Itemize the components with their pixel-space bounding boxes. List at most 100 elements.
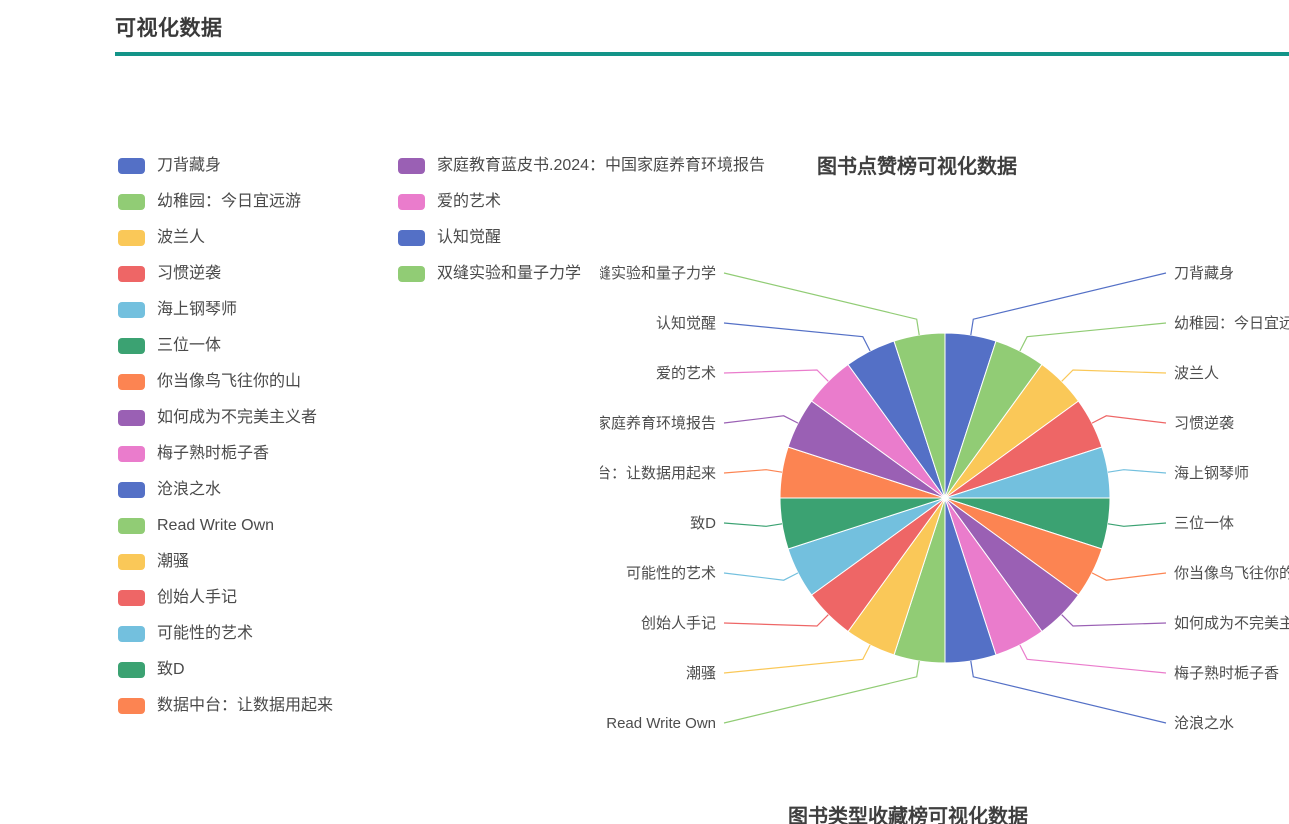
legend-color-swatch xyxy=(118,266,145,282)
pie-slice-label: 创始人手记 xyxy=(641,615,716,632)
legend-item-label: 爱的艺术 xyxy=(437,193,502,210)
legend-item-label: 可能性的艺术 xyxy=(157,625,254,642)
legend-color-swatch xyxy=(118,158,145,174)
legend-item[interactable]: 三位一体 xyxy=(118,328,333,364)
legend-color-swatch xyxy=(118,482,145,498)
pie-slice-label: 数据中台：让数据用起来 xyxy=(600,465,716,482)
legend-color-swatch xyxy=(118,410,145,426)
legend-item-label: 梅子熟时栀子香 xyxy=(157,445,270,462)
legend-item-label: 习惯逆袭 xyxy=(157,265,222,282)
legend-item[interactable]: 可能性的艺术 xyxy=(118,616,333,652)
legend-item[interactable]: 如何成为不完美主义者 xyxy=(118,400,333,436)
legend-color-swatch xyxy=(398,230,425,246)
legend-item-label: 致D xyxy=(157,661,185,678)
pie-slice-label: 海上钢琴师 xyxy=(1174,465,1249,482)
legend-item-label: Read Write Own xyxy=(157,517,275,534)
legend-item-label: 幼稚园：今日宜远游 xyxy=(157,193,302,210)
pie-slice-label: 习惯逆袭 xyxy=(1174,415,1234,432)
legend-color-swatch xyxy=(118,446,145,462)
pie-slice-label: 家庭教育蓝皮书.2024：中国家庭养育环境报告 xyxy=(600,414,716,432)
legend-color-swatch xyxy=(118,590,145,606)
legend-item-label: 海上钢琴师 xyxy=(157,301,238,318)
legend-item[interactable]: 波兰人 xyxy=(118,220,333,256)
legend-item-label: 沧浪之水 xyxy=(157,481,222,498)
pie-label-leader-line xyxy=(723,614,829,627)
legend-column-1: 刀背藏身幼稚园：今日宜远游 波兰人习惯逆袭海上钢琴师三位一体你当像鸟飞往你的山 如何… xyxy=(118,148,333,724)
pie-label-leader-line xyxy=(1091,572,1167,581)
pie-label-leader-line xyxy=(723,469,783,474)
pie-label-leader-line xyxy=(1061,369,1167,382)
legend-color-swatch xyxy=(398,266,425,282)
legend-item[interactable]: 习惯逆袭 xyxy=(118,256,333,292)
legend-color-swatch xyxy=(118,626,145,642)
legend-item-label: 双缝实验和量子力学 xyxy=(437,265,582,282)
legend-color-swatch xyxy=(398,194,425,210)
legend-color-swatch xyxy=(118,554,145,570)
pie-slice-label: 双缝实验和量子力学 xyxy=(600,265,716,282)
legend-color-swatch xyxy=(118,374,145,390)
pie-label-leader-line xyxy=(1091,415,1167,424)
pie-slice-label: 波兰人 xyxy=(1174,365,1219,382)
legend-color-swatch xyxy=(118,662,145,678)
pie-slice-label: 潮骚 xyxy=(686,665,716,682)
legend-item[interactable]: 你当像鸟飞往你的山 xyxy=(118,364,333,400)
pie-slice-label: 可能性的艺术 xyxy=(626,565,716,582)
legend-color-swatch xyxy=(118,338,145,354)
legend-color-swatch xyxy=(118,194,145,210)
pie-chart: 刀背藏身幼稚园：今日宜远游波兰人习惯逆袭海上钢琴师三位一体你当像鸟飞往你的山如何… xyxy=(600,170,1289,750)
legend-item-label: 波兰人 xyxy=(157,229,206,246)
pie-slice-label: 三位一体 xyxy=(1174,515,1234,532)
header-divider xyxy=(115,52,1289,56)
chart-title-2: 图书类型收藏榜可视化数据 xyxy=(788,806,1028,824)
pie-slice-label: 沧浪之水 xyxy=(1174,715,1234,732)
legend-item[interactable]: 沧浪之水 xyxy=(118,472,333,508)
legend-item-label: 如何成为不完美主义者 xyxy=(157,409,318,426)
pie-label-leader-line xyxy=(723,644,871,674)
legend-item-label: 数据中台：让数据用起来 xyxy=(157,697,334,714)
legend-color-swatch xyxy=(118,230,145,246)
pie-label-leader-line xyxy=(723,415,799,424)
pie-slice-label: 刀背藏身 xyxy=(1174,265,1234,282)
legend-item-label: 三位一体 xyxy=(157,337,222,354)
pie-slice-label: 你当像鸟飞往你的山 xyxy=(1174,565,1289,582)
page-header: 可视化数据 xyxy=(0,0,1289,60)
legend-item[interactable]: 幼稚园：今日宜远游 xyxy=(118,184,333,220)
pie-slice-label: 认知觉醒 xyxy=(656,315,716,332)
pie-slice-label: 爱的艺术 xyxy=(656,365,716,382)
legend-item[interactable]: 海上钢琴师 xyxy=(118,292,333,328)
pie-chart-svg[interactable]: 刀背藏身幼稚园：今日宜远游波兰人习惯逆袭海上钢琴师三位一体你当像鸟飞往你的山如何… xyxy=(600,170,1289,750)
legend-item-label: 潮骚 xyxy=(157,553,190,570)
legend-item-label: 你当像鸟飞往你的山 xyxy=(157,373,302,390)
pie-slice-label: 幼稚园：今日宜远游 xyxy=(1174,315,1289,332)
legend-color-swatch xyxy=(118,518,145,534)
legend-item-label: 刀背藏身 xyxy=(157,157,222,174)
legend-item-label: 认知觉醒 xyxy=(437,229,502,246)
book-type-favorites-chart-card: 图书类型收藏榜可视化数据 xyxy=(0,760,1289,824)
pie-label-leader-line xyxy=(723,572,799,581)
legend-color-swatch xyxy=(118,698,145,714)
pie-slice-label: Read Write Own xyxy=(606,715,716,732)
pie-slice-label: 如何成为不完美主义者 xyxy=(1174,615,1289,632)
pie-label-leader-line xyxy=(1107,469,1167,474)
legend-item[interactable]: 数据中台：让数据用起来 xyxy=(118,688,333,724)
legend-color-swatch xyxy=(118,302,145,318)
pie-label-leader-line xyxy=(723,322,871,352)
pie-slice-label: 致D xyxy=(690,515,716,532)
legend-item[interactable]: 致D xyxy=(118,652,333,688)
legend-item[interactable]: 刀背藏身 xyxy=(118,148,333,184)
pie-label-leader-line xyxy=(1107,522,1167,527)
pie-label-leader-line xyxy=(723,522,783,527)
pie-slice-label: 梅子熟时栀子香 xyxy=(1174,665,1279,682)
page-title: 可视化数据 xyxy=(115,17,223,40)
legend-item[interactable]: 创始人手记 xyxy=(118,580,333,616)
legend-item[interactable]: 潮骚 xyxy=(118,544,333,580)
pie-label-leader-line xyxy=(1061,614,1167,627)
legend-item-label: 创始人手记 xyxy=(157,589,238,606)
legend-item[interactable]: Read Write Own xyxy=(118,508,333,544)
pie-label-leader-line xyxy=(1019,644,1167,674)
legend-color-swatch xyxy=(398,158,425,174)
pie-label-leader-line xyxy=(1019,322,1167,352)
book-likes-chart-card: 刀背藏身 幼稚园：今日宜远游 波兰人 习惯逆袭 海上钢琴师 三位一体 你当像鸟飞往你的山 如何… xyxy=(0,60,1289,760)
legend-item[interactable]: 梅子熟时栀子香 xyxy=(118,436,333,472)
pie-label-leader-line xyxy=(723,369,829,382)
